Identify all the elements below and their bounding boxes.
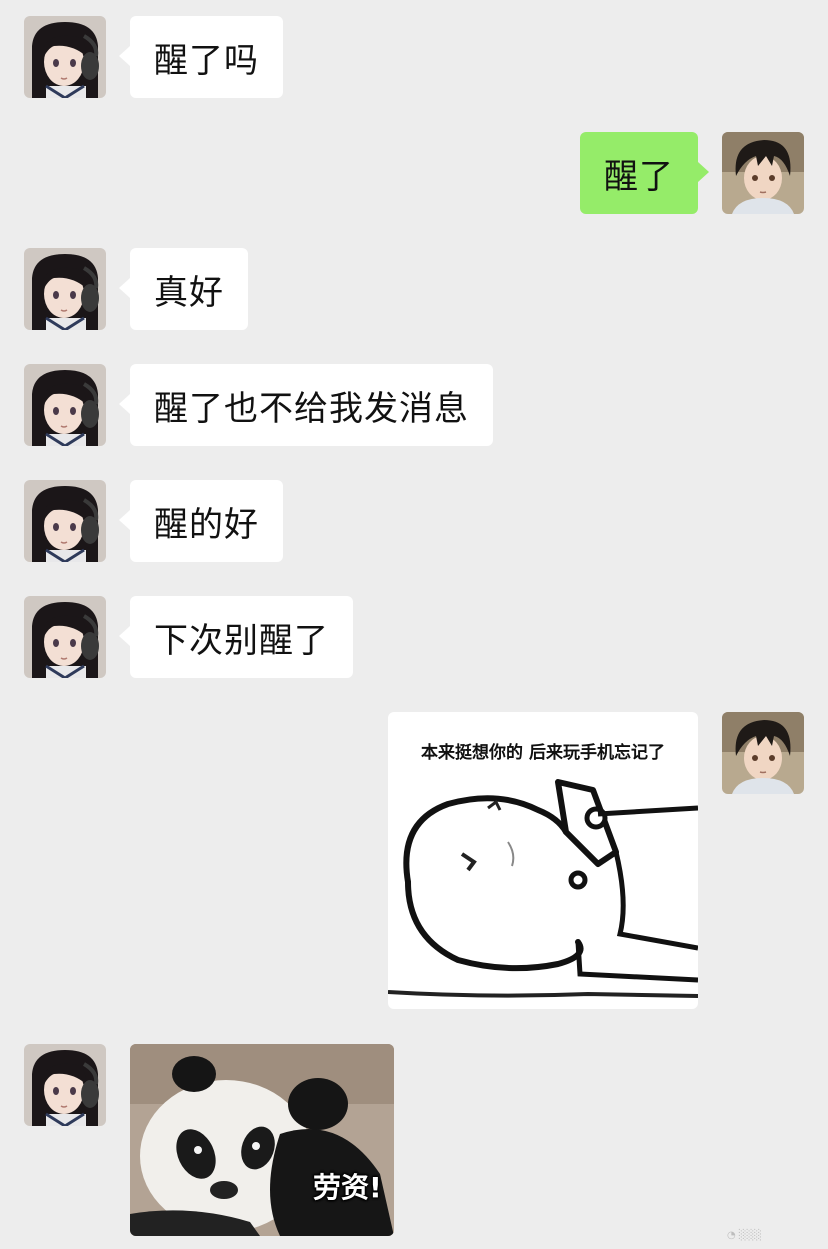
message-bubble[interactable]: 醒了也不给我发消息 (119, 364, 493, 446)
message-bubble[interactable]: 醒了吗 (119, 16, 283, 98)
message-text: 下次别醒了 (154, 620, 329, 661)
anime-girl-headphones-icon (24, 364, 106, 446)
message-text: 醒了吗 (154, 40, 259, 81)
chat-window: 醒了吗 醒了 真好 醒了也不给我发消息 醒的好 下次别醒了 本来挺想你的 后来玩… (0, 0, 828, 1249)
message-text: 真好 (154, 272, 224, 313)
friend-avatar[interactable] (24, 596, 106, 678)
weibo-watermark-icon: ◔ ░░░ (727, 1230, 762, 1241)
my-avatar[interactable] (722, 132, 804, 214)
friend-avatar[interactable] (24, 16, 106, 98)
message-text: 醒了 (604, 156, 674, 197)
anime-girl-headphones-icon (24, 16, 106, 98)
message-text: 醒的好 (154, 504, 259, 545)
message-bubble[interactable]: 真好 (119, 248, 248, 330)
message-bubble[interactable]: 醒的好 (119, 480, 283, 562)
sticker-caption: 本来挺想你的 后来玩手机忘记了 (421, 743, 665, 763)
panda-sticker-image (130, 1044, 394, 1236)
sticker-message[interactable]: 本来挺想你的 后来玩手机忘记了 (388, 712, 698, 1009)
my-avatar[interactable] (722, 712, 804, 794)
anime-girl-headphones-icon (24, 1044, 106, 1126)
anime-girl-headphones-icon (24, 596, 106, 678)
friend-avatar[interactable] (24, 1044, 106, 1126)
friend-avatar[interactable] (24, 248, 106, 330)
anime-girl-headphones-icon (24, 480, 106, 562)
message-bubble[interactable]: 下次别醒了 (119, 596, 353, 678)
friend-avatar[interactable] (24, 480, 106, 562)
sticker-caption: 劳资! (313, 1171, 382, 1204)
message-text: 醒了也不给我发消息 (154, 388, 469, 429)
anime-boy-icon (722, 712, 804, 794)
anime-girl-headphones-icon (24, 248, 106, 330)
friend-avatar[interactable] (24, 364, 106, 446)
message-bubble[interactable]: 醒了 (580, 132, 709, 214)
sticker-message[interactable]: 劳资! (130, 1044, 394, 1236)
anime-boy-icon (722, 132, 804, 214)
